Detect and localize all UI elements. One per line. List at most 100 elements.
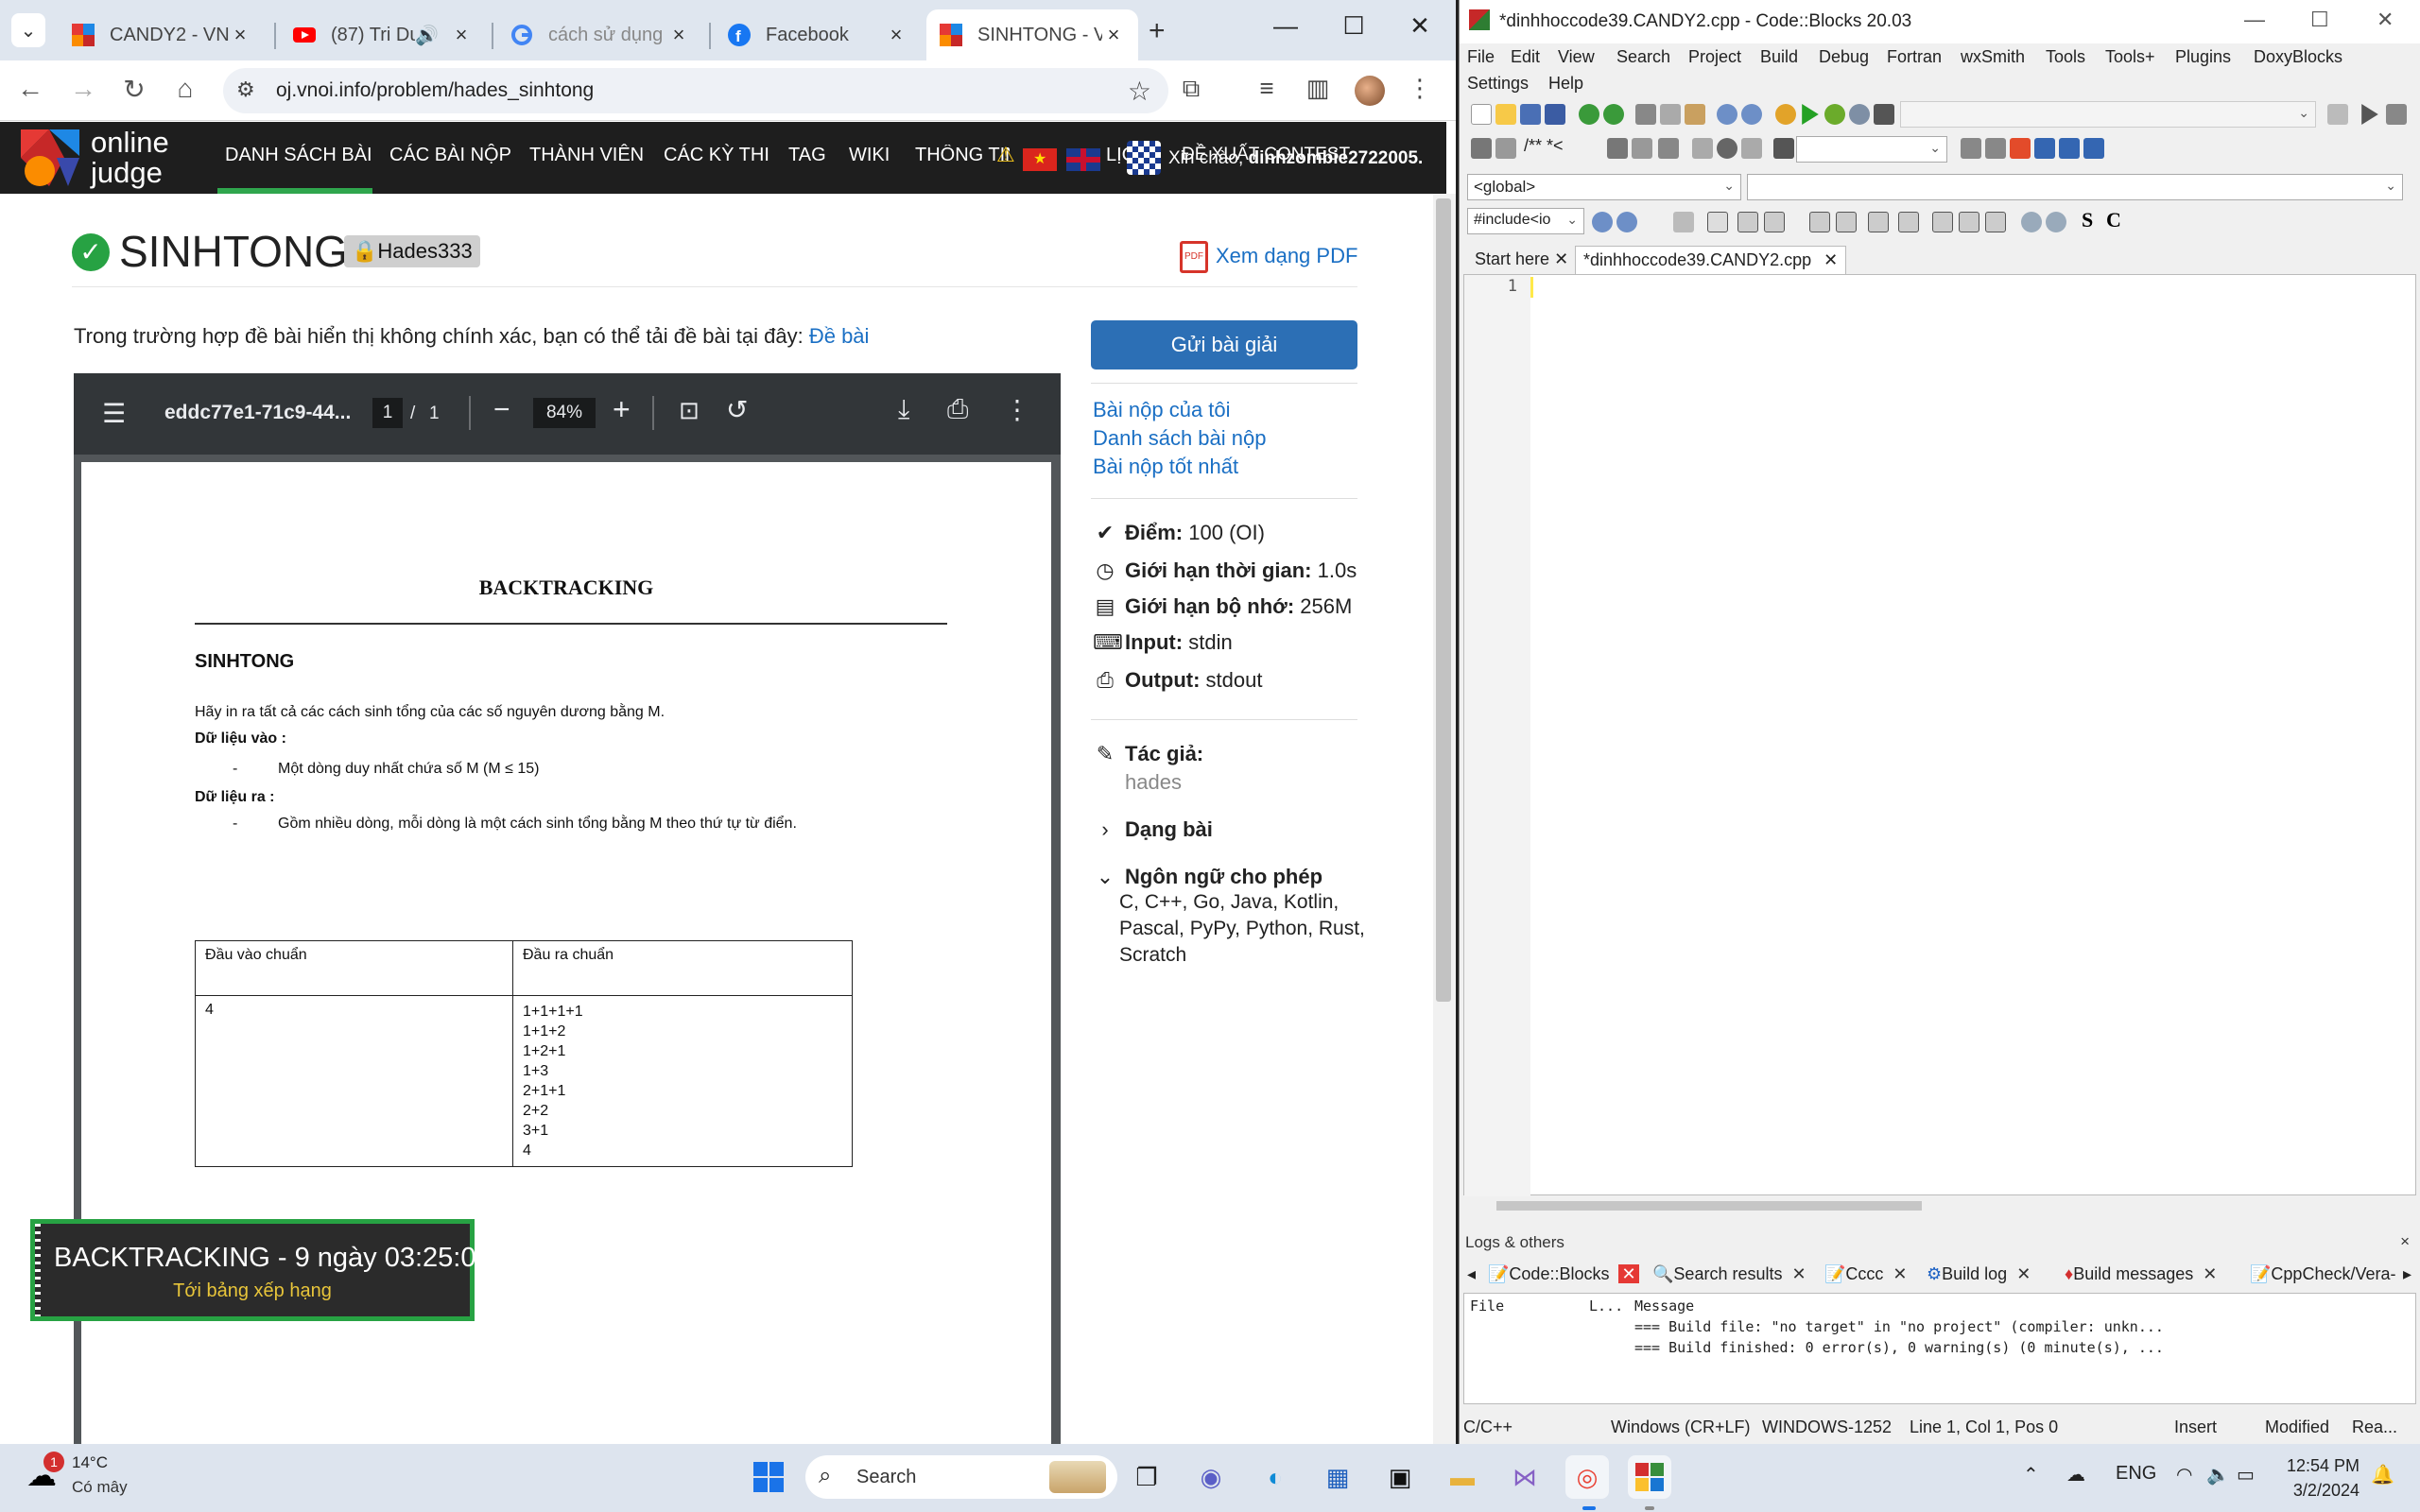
find-icon[interactable] [1717, 104, 1737, 125]
close-icon[interactable]: × [229, 23, 251, 47]
maximize-button[interactable]: ☐ [1335, 11, 1373, 41]
box-icon[interactable] [1737, 212, 1758, 232]
log-tab-cccc[interactable]: 📝Cccc ✕ [1824, 1264, 1908, 1284]
doxy-run-icon[interactable] [1607, 138, 1628, 159]
zoom-in-icon[interactable]: + [613, 392, 631, 427]
menu-help[interactable]: Help [1548, 74, 1583, 94]
weather-temp[interactable]: 14°C [72, 1453, 108, 1472]
arrow-left-icon[interactable] [1961, 138, 1981, 159]
close-icon[interactable]: × [667, 23, 690, 47]
my-submissions-link[interactable]: Bài nộp của tôi [1093, 398, 1231, 422]
side-panel-icon[interactable]: ▥ [1301, 74, 1335, 103]
menu-settings[interactable]: Settings [1467, 74, 1529, 94]
s-icon[interactable]: S [2082, 208, 2093, 232]
nav-contests[interactable]: CÁC KỲ THI [664, 145, 769, 166]
zoom-out-icon[interactable]: − [493, 394, 510, 426]
undo-icon[interactable] [1579, 104, 1599, 125]
open-icon[interactable] [1495, 104, 1516, 125]
notification-bell-icon[interactable]: 🔔 [2371, 1463, 2394, 1486]
frame-icon[interactable] [1898, 212, 1919, 232]
more-options-icon[interactable]: ⋮ [1004, 394, 1030, 425]
view-pdf-link[interactable]: PDF Xem dạng PDF [1180, 241, 1357, 273]
log-tab-build-log[interactable]: ⚙Build log ✕ [1927, 1264, 2031, 1284]
menu-view[interactable]: View [1558, 47, 1595, 67]
close-window-button[interactable]: ✕ [1401, 11, 1439, 41]
close-icon[interactable]: × [1102, 23, 1125, 47]
col-line[interactable]: L... [1589, 1297, 1623, 1314]
vnoj-logo-icon[interactable] [19, 128, 81, 188]
redo-icon[interactable] [1603, 104, 1624, 125]
menu-search[interactable]: Search [1616, 47, 1670, 67]
selection-icon[interactable] [2034, 138, 2055, 159]
close-icon[interactable]: × [2400, 1232, 2410, 1251]
paste-icon[interactable] [1685, 104, 1705, 125]
store-icon[interactable]: ▦ [1316, 1455, 1359, 1499]
clock[interactable]: 12:54 PM 3/2/2024 [2265, 1453, 2360, 1503]
tab-start-here[interactable]: Start here ✕ [1467, 246, 1576, 274]
arrow-right-icon[interactable] [1985, 138, 2006, 159]
nav-problems[interactable]: DANH SÁCH BÀI [225, 145, 372, 166]
app-icon[interactable]: ▣ [1378, 1455, 1422, 1499]
user-greeting[interactable]: Xin chào, dinhzombie2722005. [1168, 148, 1423, 169]
tab-sinhtong[interactable]: SINHTONG - VNOJ × [926, 9, 1138, 60]
close-icon[interactable]: × [885, 23, 908, 47]
visual-studio-icon[interactable]: ⋈ [1503, 1455, 1547, 1499]
include-select[interactable]: #include<io ⌄ [1467, 208, 1584, 234]
col-message[interactable]: Message [1634, 1297, 1694, 1314]
tab-search-button[interactable]: ⌄ [11, 13, 45, 47]
rebuild-icon[interactable] [1849, 104, 1870, 125]
pointer-icon[interactable] [1673, 212, 1694, 232]
log-tab-build-messages[interactable]: ♦Build messages ✕ [2065, 1264, 2217, 1284]
tab-candy2-cpp[interactable]: *dinhhoccode39.CANDY2.cpp ✕ [1575, 246, 1847, 274]
menu-doxyblocks[interactable]: DoxyBlocks [2254, 47, 2342, 67]
build-target-select[interactable]: ⌄ [1900, 101, 2316, 128]
zoom-out-icon[interactable] [2046, 212, 2066, 232]
site-info-icon[interactable]: ⚙ [236, 77, 255, 102]
search-icon[interactable] [1592, 212, 1613, 232]
fit-page-icon[interactable]: ⊡ [679, 396, 700, 425]
wrench-icon[interactable] [1658, 138, 1679, 159]
c-icon[interactable]: C [2106, 208, 2121, 232]
best-submissions-link[interactable]: Bài nộp tốt nhất [1093, 455, 1238, 479]
doxy-help-icon[interactable] [1632, 138, 1652, 159]
author-name[interactable]: hades [1125, 770, 1182, 795]
menu-edit[interactable]: Edit [1511, 47, 1540, 67]
menu-project[interactable]: Project [1688, 47, 1741, 67]
file-explorer-icon[interactable]: ▬ [1441, 1455, 1484, 1499]
menu-tools[interactable]: Tools [2046, 47, 2085, 67]
menu-wxsmith[interactable]: wxSmith [1961, 47, 2025, 67]
extensions-icon[interactable]: ⧉ [1174, 74, 1208, 104]
edge-icon[interactable]: ◐ [1253, 1455, 1297, 1499]
jump-icon[interactable] [1471, 138, 1492, 159]
replace-icon[interactable] [1741, 104, 1762, 125]
debug-step-icon[interactable] [2386, 104, 2407, 125]
nav-next-icon[interactable] [1741, 138, 1762, 159]
zoom-in-icon[interactable] [2021, 212, 2042, 232]
tab-facebook[interactable]: f Facebook × [715, 9, 921, 60]
abort-icon[interactable] [1874, 104, 1894, 125]
new-file-icon[interactable] [1471, 104, 1492, 125]
tab-candy2[interactable]: CANDY2 - VNOJ × [59, 9, 265, 60]
forward-icon[interactable]: → [66, 74, 100, 104]
build-messages-list[interactable]: File L... Message === Build file: "no ta… [1463, 1293, 2416, 1404]
page-scrollbar-thumb[interactable] [1436, 198, 1451, 1002]
save-all-icon[interactable] [1545, 104, 1565, 125]
copy-icon[interactable] [1660, 104, 1681, 125]
highlight-icon[interactable] [2010, 138, 2031, 159]
chrome-icon[interactable]: ◎ [1565, 1455, 1609, 1499]
nav-tags[interactable]: TAG [788, 145, 826, 166]
home-icon[interactable]: ⌂ [168, 74, 202, 104]
contest-timer-widget[interactable]: BACKTRACKING - 9 ngày 03:25:06 Tới bảng … [30, 1219, 492, 1321]
menu-file[interactable]: File [1467, 47, 1495, 67]
menu-debug[interactable]: Debug [1819, 47, 1869, 67]
nav-prev-icon[interactable] [1692, 138, 1713, 159]
reload-icon[interactable]: ↻ [117, 74, 151, 105]
search-symbol-icon[interactable] [1616, 212, 1637, 232]
panel-icon[interactable] [1809, 212, 1830, 232]
languages-toggle[interactable]: ⌄ Ngôn ngữ cho phép [1093, 865, 1322, 889]
tab-youtube[interactable]: (87) Tri Dung 🔊 × [280, 9, 486, 60]
taskbar-search[interactable]: ⌕ Search [805, 1455, 1117, 1499]
uk-flag-icon[interactable] [1066, 148, 1100, 171]
textbox-icon[interactable] [1764, 212, 1785, 232]
rotate-icon[interactable]: ↺ [726, 394, 748, 425]
